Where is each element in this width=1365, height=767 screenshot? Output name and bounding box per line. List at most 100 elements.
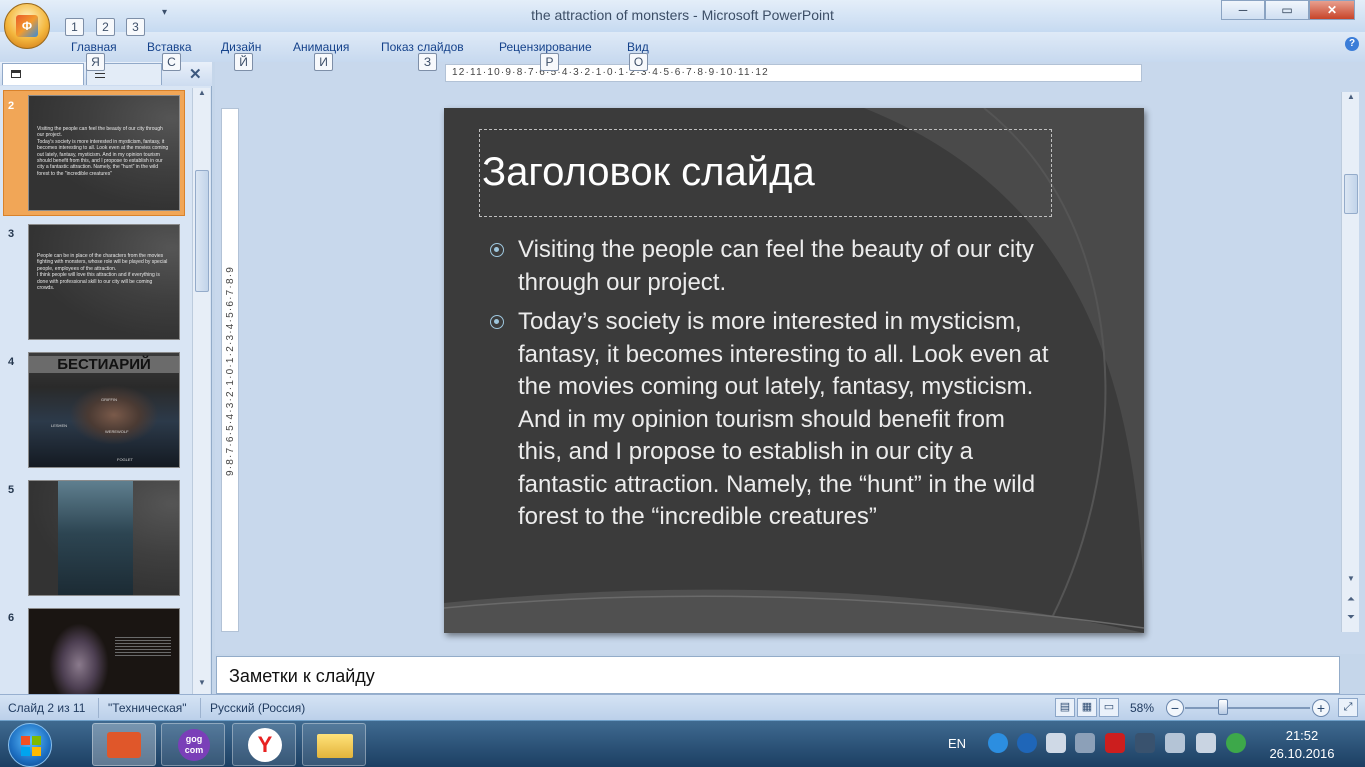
keytip-design: Й bbox=[234, 53, 253, 71]
tray-app-icon[interactable] bbox=[1017, 733, 1037, 753]
bullet-text: Today’s society is more interested in my… bbox=[518, 308, 1049, 530]
keytip-review: Р bbox=[540, 53, 559, 71]
tab-view[interactable]: Вид bbox=[627, 40, 649, 54]
start-button[interactable] bbox=[8, 723, 52, 767]
thumbnail-number: 6 bbox=[8, 612, 15, 624]
vertical-ruler-marks: 9·8·7·6·5·4·3·2·1·0·1·2·3·4·5·6·7·8·9 bbox=[225, 266, 236, 477]
zoom-in-icon[interactable]: + bbox=[1312, 699, 1330, 717]
thumbnail-bullet: I think people will love this attraction… bbox=[37, 272, 160, 292]
thumbnail-bullet: People can be in place of the characters… bbox=[37, 253, 168, 272]
tray-disconnected-icon[interactable] bbox=[1165, 733, 1185, 753]
keytip-slideshow: З bbox=[418, 53, 437, 71]
thumbnail-number: 2 bbox=[8, 100, 15, 112]
help-icon[interactable]: ? bbox=[1345, 37, 1359, 51]
windows-logo-icon bbox=[21, 736, 41, 756]
fit-to-window-icon[interactable]: ⤢ bbox=[1338, 698, 1358, 717]
windows-taskbar: gog com Y EN 21:52 26.10.2016 bbox=[0, 720, 1365, 767]
zoom-level[interactable]: 58% bbox=[1130, 701, 1154, 715]
separator bbox=[98, 698, 99, 718]
scroll-thumb[interactable] bbox=[1344, 174, 1358, 214]
slides-pane: ✕ 2 Visiting the people can feel the bea… bbox=[0, 62, 212, 694]
thumbnail-slide-6[interactable] bbox=[28, 608, 180, 694]
bullet-text: Visiting the people can feel the beauty … bbox=[518, 236, 1034, 296]
tray-network-icon[interactable] bbox=[988, 733, 1008, 753]
title-bar: ▾ the attraction of monsters - Microsoft… bbox=[0, 0, 1365, 32]
tray-wifi-icon[interactable] bbox=[1075, 733, 1095, 753]
previous-slide-icon[interactable]: ⏶ bbox=[1342, 594, 1360, 610]
window-title: the attraction of monsters - Microsoft P… bbox=[531, 7, 834, 23]
status-bar: Слайд 2 из 11 "Техническая" Русский (Рос… bbox=[0, 694, 1365, 720]
keytip-view: О bbox=[629, 53, 648, 71]
title-placeholder[interactable]: Заголовок слайда bbox=[479, 129, 1052, 217]
thumbnail-number: 4 bbox=[8, 356, 15, 368]
qat-keytip-save: 1 bbox=[65, 18, 84, 36]
pane-close-icon[interactable]: ✕ bbox=[189, 65, 202, 83]
tab-insert[interactable]: Вставка bbox=[147, 40, 192, 54]
keytip-home: Я bbox=[86, 53, 105, 71]
theme-name[interactable]: "Техническая" bbox=[108, 701, 187, 715]
zoom-slider[interactable] bbox=[1185, 707, 1310, 709]
tray-volume-icon[interactable] bbox=[1046, 733, 1066, 753]
clock-date: 26.10.2016 bbox=[1269, 746, 1335, 761]
taskbar-explorer-icon[interactable] bbox=[302, 723, 366, 766]
language-status[interactable]: Русский (Россия) bbox=[210, 701, 305, 715]
taskbar-gog-icon[interactable]: gog com bbox=[161, 723, 225, 766]
next-slide-icon[interactable]: ⏷ bbox=[1342, 612, 1360, 628]
clock-time: 21:52 bbox=[1285, 728, 1319, 743]
monster-artwork bbox=[69, 385, 159, 445]
tray-opera-icon[interactable] bbox=[1105, 733, 1125, 753]
slide-thumbnails: 2 Visiting the people can feel the beaut… bbox=[0, 88, 191, 694]
thumbnail-number: 5 bbox=[8, 484, 15, 496]
minimize-button[interactable]: ─ bbox=[1221, 0, 1265, 20]
clock[interactable]: 21:52 26.10.2016 bbox=[1262, 727, 1342, 763]
slides-tab-icon bbox=[11, 70, 21, 78]
thumbnail-slide-5[interactable] bbox=[28, 480, 180, 596]
taskbar-powerpoint-icon[interactable] bbox=[92, 723, 156, 766]
ribbon-tabs: Главная Вставка Дизайн Анимация Показ сл… bbox=[0, 32, 1365, 62]
tray-monitor-icon[interactable] bbox=[1196, 733, 1216, 753]
thumbnail-slide-3[interactable]: People can be in place of the characters… bbox=[28, 224, 180, 340]
thumbnail-text: Visiting the people can feel the beauty … bbox=[37, 126, 169, 177]
office-button[interactable]: Ф bbox=[4, 3, 50, 49]
scroll-down-icon[interactable]: ▼ bbox=[193, 678, 211, 694]
forest-creature-image bbox=[58, 481, 133, 595]
tab-home[interactable]: Главная bbox=[71, 40, 117, 54]
scroll-up-icon[interactable]: ▲ bbox=[1342, 92, 1360, 108]
vertical-ruler[interactable]: 9·8·7·6·5·4·3·2·1·0·1·2·3·4·5·6·7·8·9 bbox=[221, 108, 239, 632]
scroll-thumb[interactable] bbox=[195, 170, 209, 292]
notes-pane[interactable]: Заметки к слайду bbox=[216, 656, 1340, 694]
zoom-out-icon[interactable]: − bbox=[1166, 699, 1184, 717]
tab-animation[interactable]: Анимация bbox=[293, 40, 349, 54]
editor-scrollbar[interactable]: ▲ ▼ ⏶ ⏷ bbox=[1341, 92, 1359, 632]
scroll-up-icon[interactable]: ▲ bbox=[193, 88, 211, 104]
bullet-icon bbox=[490, 315, 504, 329]
taskbar-yandex-icon[interactable]: Y bbox=[232, 723, 296, 766]
slide-canvas[interactable]: Заголовок слайда Visiting the people can… bbox=[444, 108, 1144, 633]
tab-design[interactable]: Дизайн bbox=[221, 40, 261, 54]
scroll-down-icon[interactable]: ▼ bbox=[1342, 574, 1360, 590]
tray-update-icon[interactable] bbox=[1135, 733, 1155, 753]
tab-slides[interactable] bbox=[2, 63, 84, 85]
bestiary-label: WEREWOLF bbox=[105, 429, 129, 434]
maximize-button[interactable]: ▭ bbox=[1265, 0, 1309, 20]
bullet-item[interactable]: Today’s society is more interested in my… bbox=[490, 306, 1050, 534]
bullet-item[interactable]: Visiting the people can feel the beauty … bbox=[490, 234, 1050, 299]
office-logo-icon: Ф bbox=[16, 15, 38, 37]
zoom-slider-thumb[interactable] bbox=[1217, 699, 1228, 715]
keytip-insert: С bbox=[162, 53, 181, 71]
thumbnail-slide-4[interactable]: БЕСТИАРИЙ GRIFFIN LESHEN WEREWOLF FOGLET bbox=[28, 352, 180, 468]
thumbnail-slide-2[interactable]: Visiting the people can feel the beauty … bbox=[28, 95, 180, 211]
sorter-view-icon[interactable]: ▦ bbox=[1077, 698, 1097, 717]
language-indicator[interactable]: EN bbox=[948, 736, 966, 751]
close-button[interactable]: ✕ bbox=[1309, 0, 1355, 20]
thumbnails-scrollbar[interactable]: ▲ ▼ bbox=[192, 88, 210, 694]
thumbnail-number: 3 bbox=[8, 228, 15, 240]
bullet-icon bbox=[490, 243, 504, 257]
normal-view-icon[interactable]: ▤ bbox=[1055, 698, 1075, 717]
thumbnail-bullet: Visiting the people can feel the beauty … bbox=[37, 126, 163, 139]
separator bbox=[200, 698, 201, 718]
slideshow-view-icon[interactable]: ▭ bbox=[1099, 698, 1119, 717]
tray-green-icon[interactable] bbox=[1226, 733, 1246, 753]
tab-slideshow[interactable]: Показ слайдов bbox=[381, 40, 464, 54]
tab-review[interactable]: Рецензирование bbox=[499, 40, 592, 54]
